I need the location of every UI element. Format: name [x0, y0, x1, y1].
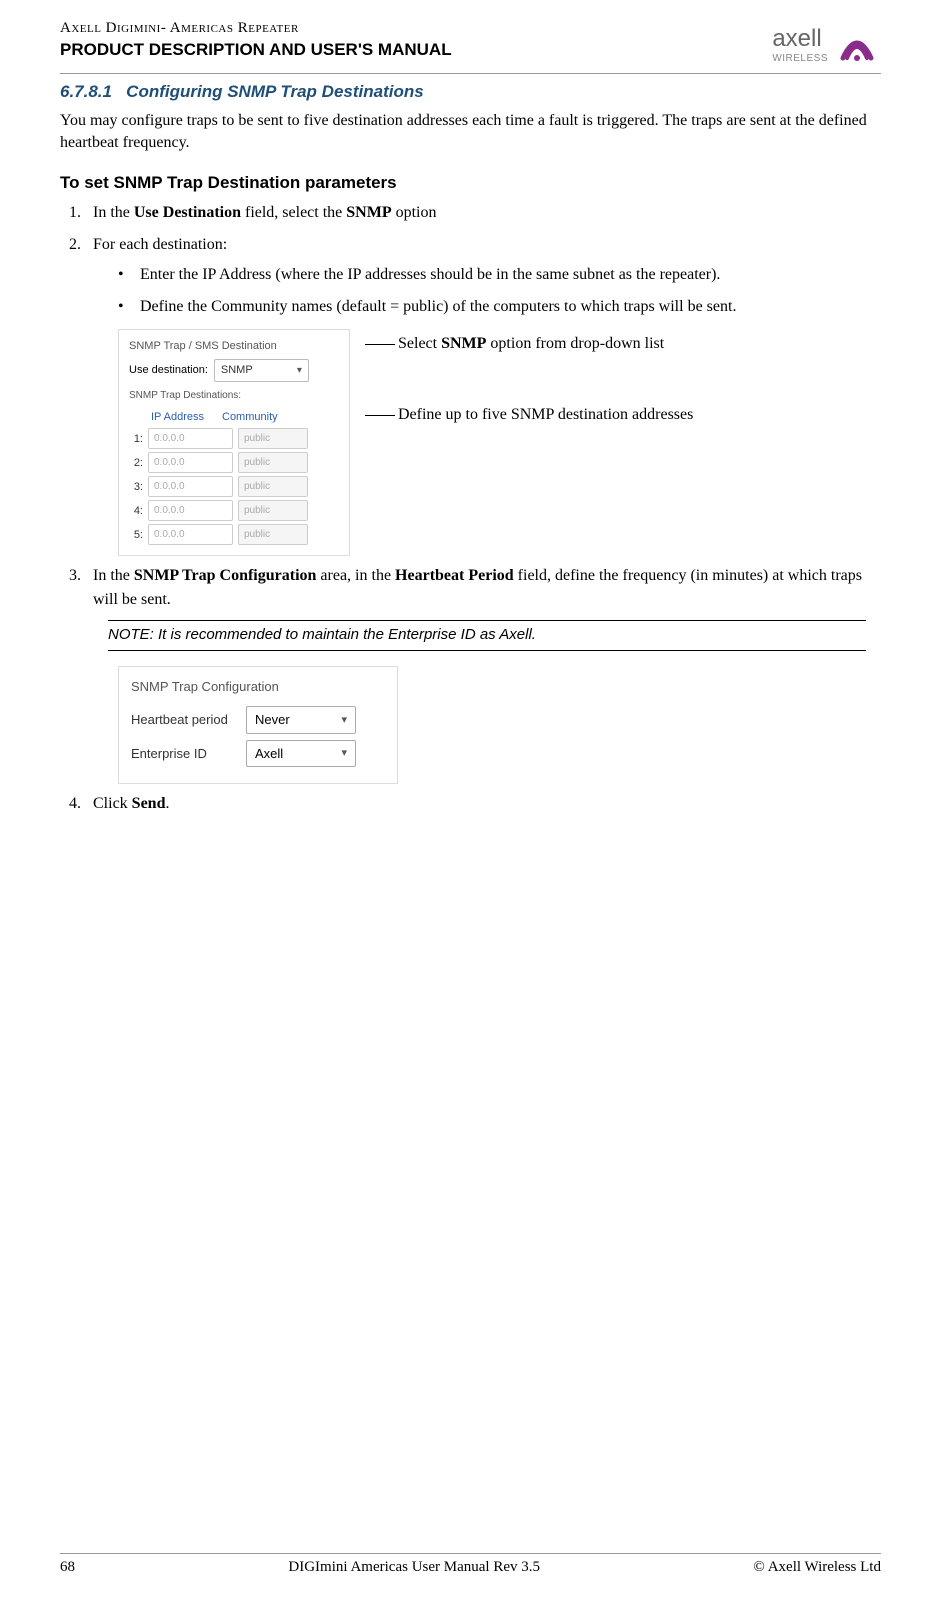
snmp-trap-config-panel: SNMP Trap Configuration Heartbeat period… [118, 666, 398, 785]
use-destination-label: Use destination: [129, 362, 208, 379]
dest-row-1: 1: 0.0.0.0 public [129, 428, 339, 449]
step-1: In the Use Destination field, select the… [85, 201, 881, 225]
page-footer: 68 DIGImini Americas User Manual Rev 3.5… [60, 1553, 881, 1576]
step-2-bullet-2: Define the Community names (default = pu… [118, 295, 881, 319]
section-title: Configuring SNMP Trap Destinations [126, 82, 424, 101]
community-input-1[interactable]: public [238, 428, 308, 449]
enterprise-row: Enterprise ID Axell [131, 740, 385, 768]
step-2-sublist: Enter the IP Address (where the IP addre… [93, 263, 881, 319]
ip-input-1[interactable]: 0.0.0.0 [148, 428, 233, 449]
ip-input-3[interactable]: 0.0.0.0 [148, 476, 233, 497]
ip-input-2[interactable]: 0.0.0.0 [148, 452, 233, 473]
header-line1: Axell Digimini- Americas Repeater [60, 20, 772, 37]
ip-input-4[interactable]: 0.0.0.0 [148, 500, 233, 521]
heartbeat-row: Heartbeat period Never [131, 706, 385, 734]
step-2-bullet-1: Enter the IP Address (where the IP addre… [118, 263, 881, 287]
logo-text: axell [772, 25, 821, 53]
procedure-list: In the Use Destination field, select the… [60, 201, 881, 817]
panel-title: SNMP Trap / SMS Destination [129, 338, 339, 355]
heartbeat-select[interactable]: Never [246, 706, 356, 734]
annotation-2: Define up to five SNMP destination addre… [365, 405, 693, 426]
header-text: Axell Digimini- Americas Repeater PRODUC… [60, 20, 772, 60]
community-input-2[interactable]: public [238, 452, 308, 473]
annotation-1: Select SNMP option from drop-down list [365, 334, 693, 355]
dest-row-2: 2: 0.0.0.0 public [129, 452, 339, 473]
section-heading: 6.7.8.1 Configuring SNMP Trap Destinatio… [60, 82, 881, 102]
procedure-heading: To set SNMP Trap Destination parameters [60, 173, 881, 193]
community-input-3[interactable]: public [238, 476, 308, 497]
dest-row-3: 3: 0.0.0.0 public [129, 476, 339, 497]
col-community: Community [222, 409, 278, 426]
dest-row-4: 4: 0.0.0.0 public [129, 500, 339, 521]
config-title: SNMP Trap Configuration [131, 677, 385, 697]
heartbeat-label: Heartbeat period [131, 710, 246, 730]
page-header: Axell Digimini- Americas Repeater PRODUC… [60, 0, 881, 74]
header-line2: PRODUCT DESCRIPTION AND USER'S MANUAL [60, 40, 772, 60]
note-box: NOTE: It is recommended to maintain the … [108, 620, 866, 651]
step-4: Click Send. [85, 792, 881, 816]
dest-row-5: 5: 0.0.0.0 public [129, 524, 339, 545]
section-number: 6.7.8.1 [60, 82, 112, 101]
trap-destinations-label: SNMP Trap Destinations: [129, 388, 339, 403]
column-headers: IP Address Community [151, 409, 339, 426]
logo: axell WIRELESS [772, 20, 881, 68]
footer-copyright: © Axell Wireless Ltd [753, 1559, 881, 1576]
figure-snmp-destinations: SNMP Trap / SMS Destination Use destinat… [118, 329, 881, 557]
community-input-5[interactable]: public [238, 524, 308, 545]
enterprise-select[interactable]: Axell [246, 740, 356, 768]
footer-center: DIGImini Americas User Manual Rev 3.5 [288, 1559, 540, 1576]
use-destination-select[interactable]: SNMP [214, 359, 309, 382]
step-2: For each destination: Enter the IP Addre… [85, 233, 881, 557]
annotation-leader-line [365, 415, 395, 416]
step-3: In the SNMP Trap Configuration area, in … [85, 564, 881, 784]
axell-logo-icon [833, 20, 881, 68]
community-input-4[interactable]: public [238, 500, 308, 521]
annotation-leader-line [365, 344, 395, 345]
ip-input-5[interactable]: 0.0.0.0 [148, 524, 233, 545]
page-number: 68 [60, 1559, 75, 1576]
intro-paragraph: You may configure traps to be sent to fi… [60, 110, 881, 155]
col-ip-address: IP Address [151, 409, 204, 426]
snmp-destination-panel: SNMP Trap / SMS Destination Use destinat… [118, 329, 350, 557]
figure-annotations: Select SNMP option from drop-down list D… [365, 329, 693, 426]
logo-subtext: WIRELESS [772, 53, 828, 64]
enterprise-label: Enterprise ID [131, 744, 246, 764]
